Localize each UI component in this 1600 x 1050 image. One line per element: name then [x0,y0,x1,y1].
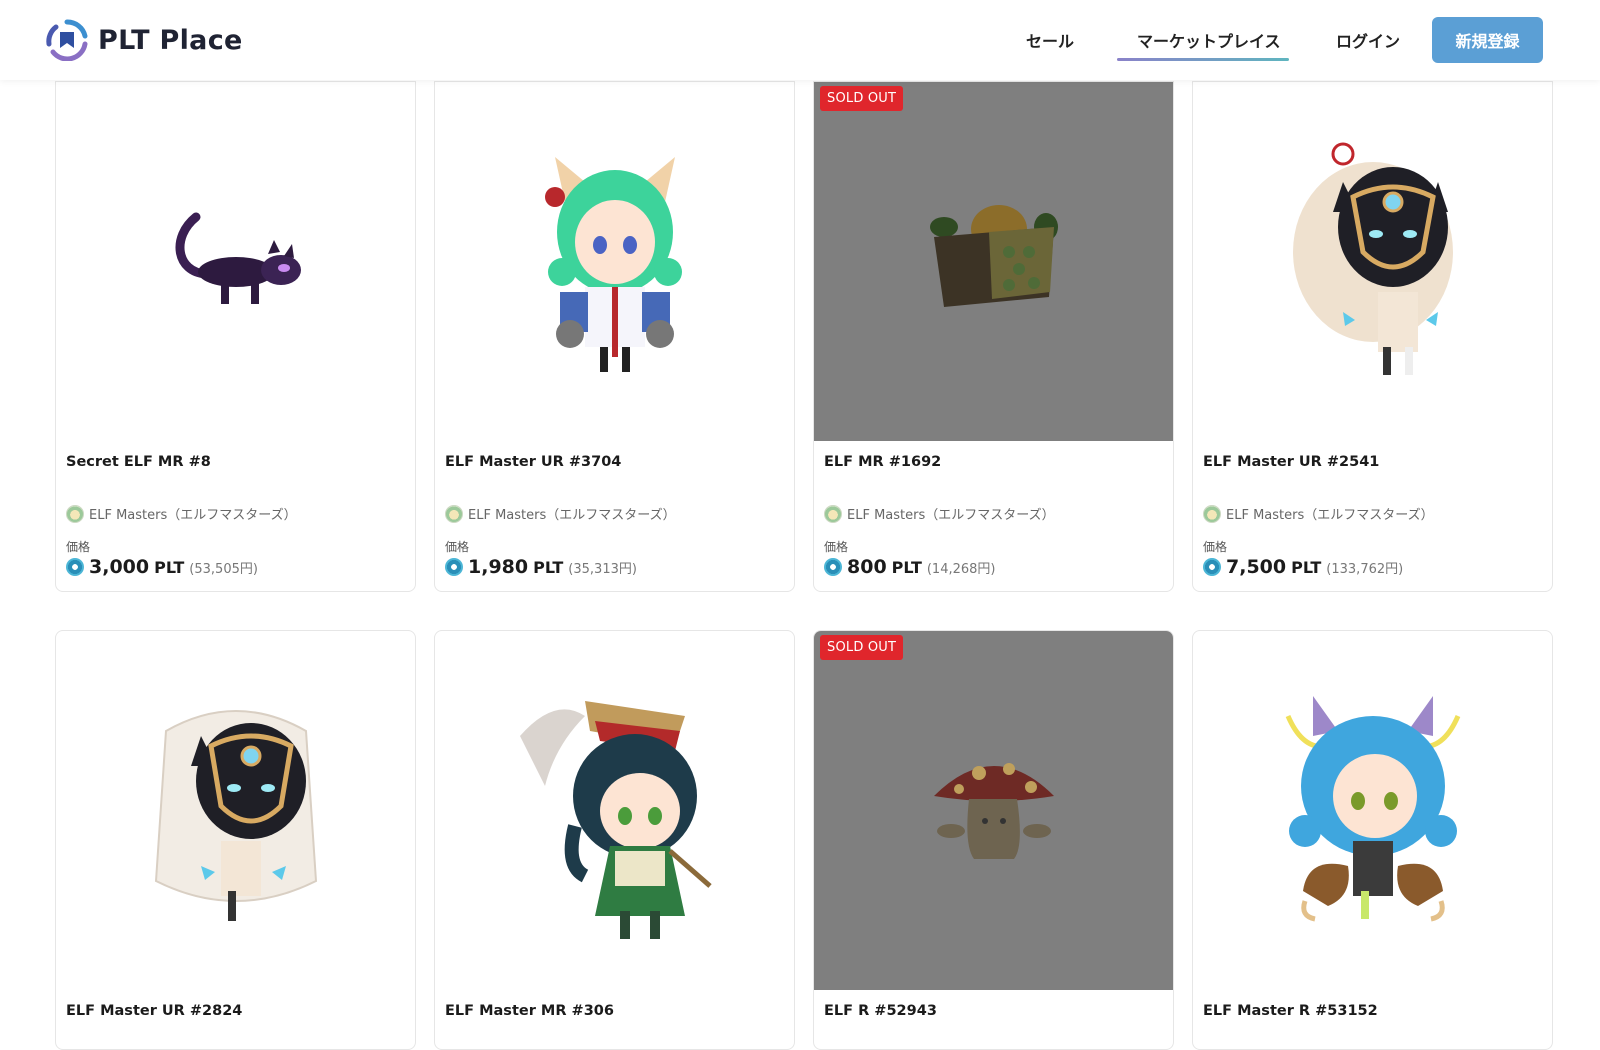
product-image [56,631,415,990]
collection-icon [824,504,842,523]
site-header: PLT Place セール マーケットプレイス ログイン 新規登録 [0,0,1600,80]
price-yen: (35,313円) [568,562,637,577]
price-yen: (53,505円) [189,562,258,577]
plt-coin-icon [445,558,463,576]
masked-panther-veil-image [154,709,317,921]
collection-icon [1203,504,1221,523]
price: 800 PLT (14,268円) [824,556,996,578]
collection-link[interactable]: ELF Masters（エルフマスターズ） [66,504,297,523]
collection-link[interactable]: ELF Masters（エルフマスターズ） [824,504,1055,523]
product-card[interactable]: ELF Master UR #2541 ELF Masters（エルフマスターズ… [1192,81,1553,592]
product-name: ELF Master UR #3704 [445,454,622,470]
price-value: 7,500 [1226,556,1287,578]
price-value: 800 [847,556,887,578]
collection-name: ELF Masters（エルフマスターズ） [468,508,676,523]
product-image [814,82,1173,441]
price-value: 3,000 [89,556,150,578]
plt-coin-icon [824,558,842,576]
logo-text: PLT Place [98,24,243,56]
price: 3,000 PLT (53,505円) [66,556,258,578]
product-image [814,631,1173,990]
product-card[interactable]: SOLD OUT ELF MR #1692 ELF Masters（エルフマスタ… [813,81,1174,592]
plt-coin-icon [66,558,84,576]
product-image [1193,631,1552,990]
product-card[interactable]: ELF Master UR #2824 [55,630,416,1050]
product-image [1193,82,1552,441]
plt-coin-icon [1203,558,1221,576]
product-image [435,631,794,990]
product-card[interactable]: ELF Master MR #306 [434,630,795,1050]
price-label: 価格 [66,540,91,554]
collection-link[interactable]: ELF Masters（エルフマスターズ） [445,504,676,523]
product-name: ELF Master UR #2541 [1203,454,1380,470]
product-card[interactable]: ELF Master UR #3704 ELF Masters（エルフマスターズ… [434,81,795,592]
price-label: 価格 [445,540,470,554]
product-card[interactable]: Secret ELF MR #8 ELF Masters（エルフマスターズ） 価… [55,81,416,592]
bee-house-image [929,204,1058,307]
blue-hair-crab-girl-image [1285,695,1460,921]
price: 7,500 PLT (133,762円) [1203,556,1403,578]
sold-out-badge: SOLD OUT [820,86,904,111]
green-hair-cat-girl-image [544,156,682,372]
product-name: ELF R #52943 [824,1003,937,1019]
price-label: 価格 [1203,540,1228,554]
price-unit: PLT [154,558,185,577]
purple-dragon-image [175,212,301,304]
price-yen: (133,762円) [1326,562,1404,577]
product-image [56,82,415,441]
masked-panther-girl-image [1292,142,1453,375]
product-card[interactable]: SOLD OUT ELF R #52943 [813,630,1174,1050]
product-name: Secret ELF MR #8 [66,454,211,470]
product-card[interactable]: ELF Master R #53152 [1192,630,1553,1050]
price-label: 価格 [824,540,849,554]
product-name: ELF Master R #53152 [1203,1003,1378,1019]
collection-name: ELF Masters（エルフマスターズ） [847,508,1055,523]
collection-name: ELF Masters（エルフマスターズ） [89,508,297,523]
collection-name: ELF Masters（エルフマスターズ） [1226,508,1434,523]
price-value: 1,980 [468,556,529,578]
price-unit: PLT [891,558,922,577]
collection-icon [445,504,463,523]
plt-logo-icon [46,19,88,61]
product-name: ELF Master UR #2824 [66,1003,243,1019]
nav-active-indicator [1117,58,1289,61]
sold-out-badge: SOLD OUT [820,635,904,660]
product-name: ELF Master MR #306 [445,1003,614,1019]
mushroom-image [933,762,1054,859]
price-unit: PLT [1291,558,1322,577]
price: 1,980 PLT (35,313円) [445,556,637,578]
dark-hair-girl-image [519,700,712,939]
nav-sale[interactable]: セール [1026,28,1074,52]
logo[interactable]: PLT Place [44,18,243,62]
price-unit: PLT [533,558,564,577]
collection-link[interactable]: ELF Masters（エルフマスターズ） [1203,504,1434,523]
product-name: ELF MR #1692 [824,454,942,470]
nav-marketplace[interactable]: マーケットプレイス [1137,28,1281,52]
signup-button[interactable]: 新規登録 [1432,17,1543,63]
nav-login[interactable]: ログイン [1336,28,1400,52]
price-yen: (14,268円) [926,562,996,577]
product-image [435,82,794,441]
collection-icon [66,504,84,523]
